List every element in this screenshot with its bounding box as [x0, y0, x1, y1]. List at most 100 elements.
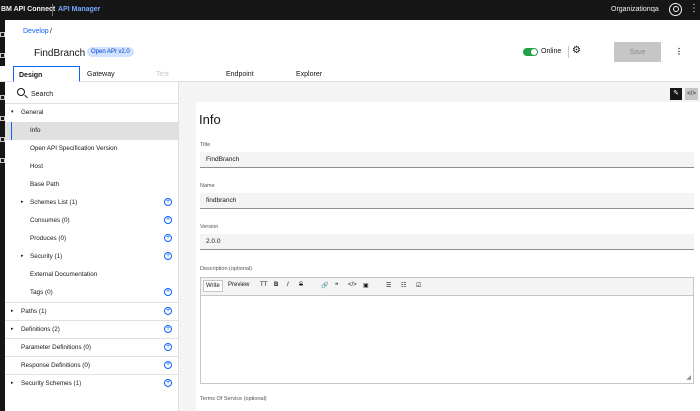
sidebar-item-label: Host: [30, 163, 43, 170]
source-view-icon[interactable]: </>: [685, 88, 698, 100]
sidebar-item-host[interactable]: Host: [5, 158, 179, 176]
add-icon[interactable]: +: [164, 234, 172, 242]
sidebar-item-label: Schemes List (1): [30, 199, 78, 206]
sidebar-item-consumes[interactable]: Consumes (0) +: [5, 212, 179, 230]
task-list-icon[interactable]: ☑: [416, 282, 421, 289]
add-icon[interactable]: +: [164, 325, 172, 333]
editor-toolbar: Write Preview TT B I S 🔗 ❝ </> ▣ ☰ ☷ ☑: [201, 278, 693, 296]
online-status-label: Online: [541, 48, 562, 55]
sidebar-item-label: Consumes (0): [30, 217, 70, 224]
organization-selector[interactable]: qa: [651, 6, 659, 13]
sidebar-item-schemes-list[interactable]: ▸ Schemes List (1) +: [5, 194, 179, 212]
chevron-right-icon: ▸: [21, 199, 24, 205]
gear-icon[interactable]: ⚙: [572, 46, 581, 56]
sidebar-item-response-definitions[interactable]: Response Definitions (0) +: [5, 356, 179, 374]
resize-handle-icon[interactable]: ◢: [686, 374, 691, 381]
code-icon[interactable]: </>: [348, 282, 357, 288]
sidebar-item-openapi-version[interactable]: Open API Specification Version: [5, 140, 179, 158]
sidebar-item-label: General: [21, 109, 44, 116]
tab-endpoint[interactable]: Endpoint: [226, 66, 254, 82]
overflow-menu-icon[interactable]: ⋮: [689, 4, 699, 14]
bulleted-list-icon[interactable]: ☰: [386, 282, 391, 289]
add-icon[interactable]: +: [164, 307, 172, 315]
heading-icon[interactable]: TT: [260, 282, 267, 288]
numbered-list-icon[interactable]: ☷: [401, 282, 406, 289]
add-icon[interactable]: +: [164, 379, 172, 387]
sidebar-item-label: External Documentation: [30, 271, 98, 278]
link-icon[interactable]: 🔗: [321, 282, 328, 289]
save-button[interactable]: Save: [614, 42, 661, 62]
api-manager-link[interactable]: API Manager: [58, 6, 100, 13]
sidebar-item-paths[interactable]: ▸ Paths (1) +: [5, 302, 179, 320]
sidebar-item-label: Produces (0): [30, 235, 67, 242]
online-toggle[interactable]: [523, 48, 538, 56]
sidebar-item-produces[interactable]: Produces (0) +: [5, 230, 179, 248]
sidebar-item-label: Paths (1): [21, 308, 47, 315]
sidebar-item-label: Info: [30, 127, 41, 134]
add-icon[interactable]: +: [164, 361, 172, 369]
sidebar-item-info[interactable]: Info: [5, 122, 179, 140]
add-icon[interactable]: +: [164, 216, 172, 224]
sidebar-item-label: Response Definitions (0): [21, 362, 90, 369]
sidebar-item-label: Parameter Definitions (0): [21, 344, 91, 351]
sidebar-item-security[interactable]: ▸ Security (1) +: [5, 248, 179, 266]
strikethrough-icon[interactable]: S: [299, 282, 303, 288]
tab-test[interactable]: Test: [156, 66, 169, 82]
search-input[interactable]: [31, 88, 171, 100]
sidebar-item-external-docs[interactable]: External Documentation: [5, 266, 179, 284]
sidebar-item-tags[interactable]: Tags (0) +: [5, 284, 179, 302]
form-view-icon[interactable]: ✎: [670, 88, 682, 100]
bold-icon[interactable]: B: [274, 282, 278, 288]
chevron-right-icon: ▸: [11, 326, 14, 332]
spec-version-tag: Open API v2.0: [87, 47, 134, 57]
sidebar-item-parameter-definitions[interactable]: Parameter Definitions (0) +: [5, 338, 179, 356]
add-icon[interactable]: +: [164, 252, 172, 260]
sidebar-item-label: Definitions (2): [21, 326, 60, 333]
product-brand: BM API Connect: [1, 6, 56, 13]
sidebar-item-definitions[interactable]: ▸ Definitions (2) +: [5, 320, 179, 338]
tab-gateway[interactable]: Gateway: [87, 66, 115, 82]
search-icon: [17, 88, 25, 96]
write-tab[interactable]: Write: [203, 280, 223, 292]
italic-icon[interactable]: I: [287, 282, 289, 288]
sidebar-item-base-path[interactable]: Base Path: [5, 176, 179, 194]
breadcrumb-separator: /: [50, 28, 52, 35]
version-label: Version: [200, 224, 219, 230]
sidebar-search: [5, 84, 179, 104]
image-icon[interactable]: ▣: [363, 282, 369, 289]
sidebar-item-label: Security (1): [30, 253, 63, 260]
breadcrumb-develop[interactable]: Develop: [23, 28, 49, 35]
tab-design[interactable]: Design: [13, 66, 80, 82]
more-actions-icon[interactable]: ⋮: [675, 47, 683, 56]
markdown-editor[interactable]: Write Preview TT B I S 🔗 ❝ </> ▣ ☰ ☷ ☑ ◢: [200, 277, 694, 384]
design-sidebar: ▾ General Info Open API Specification Ve…: [5, 82, 179, 411]
version-field[interactable]: 2.0.0: [200, 234, 694, 250]
editor-tabs: Design Gateway Test Endpoint Explorer: [0, 66, 700, 82]
brand-divider: [52, 4, 53, 16]
sidebar-item-label: Tags (0): [30, 289, 53, 296]
section-title: Info: [199, 112, 221, 127]
header-divider: [568, 46, 569, 58]
chevron-right-icon: ▸: [21, 253, 24, 259]
description-label: Description (optional): [200, 266, 252, 272]
add-icon[interactable]: +: [164, 288, 172, 296]
chevron-right-icon: ▸: [11, 380, 14, 386]
quote-icon[interactable]: ❝: [335, 282, 338, 289]
add-icon[interactable]: +: [164, 198, 172, 206]
info-panel: Info Title FindBranch Name findbranch Ve…: [196, 102, 700, 411]
terms-of-service-label: Terms Of Service (optional): [200, 396, 267, 402]
user-avatar-icon[interactable]: [669, 3, 682, 16]
name-field[interactable]: findbranch: [200, 193, 694, 209]
preview-tab[interactable]: Preview: [228, 282, 249, 288]
page-header: Develop / FindBranch Open API v2.0 Onlin…: [5, 20, 700, 68]
sidebar-item-general[interactable]: ▾ General: [5, 104, 179, 122]
sidebar-item-security-schemes[interactable]: ▸ Security Schemes (1) +: [5, 374, 179, 392]
chevron-right-icon: ▸: [11, 308, 14, 314]
top-bar: BM API Connect API Manager Organization:…: [0, 0, 700, 20]
title-field[interactable]: FindBranch: [200, 152, 694, 168]
sidebar-item-label: Base Path: [30, 181, 60, 188]
chevron-down-icon: ▾: [11, 109, 14, 115]
add-icon[interactable]: +: [164, 343, 172, 351]
organization-label: Organization:: [611, 6, 653, 13]
tab-explorer[interactable]: Explorer: [296, 66, 322, 82]
